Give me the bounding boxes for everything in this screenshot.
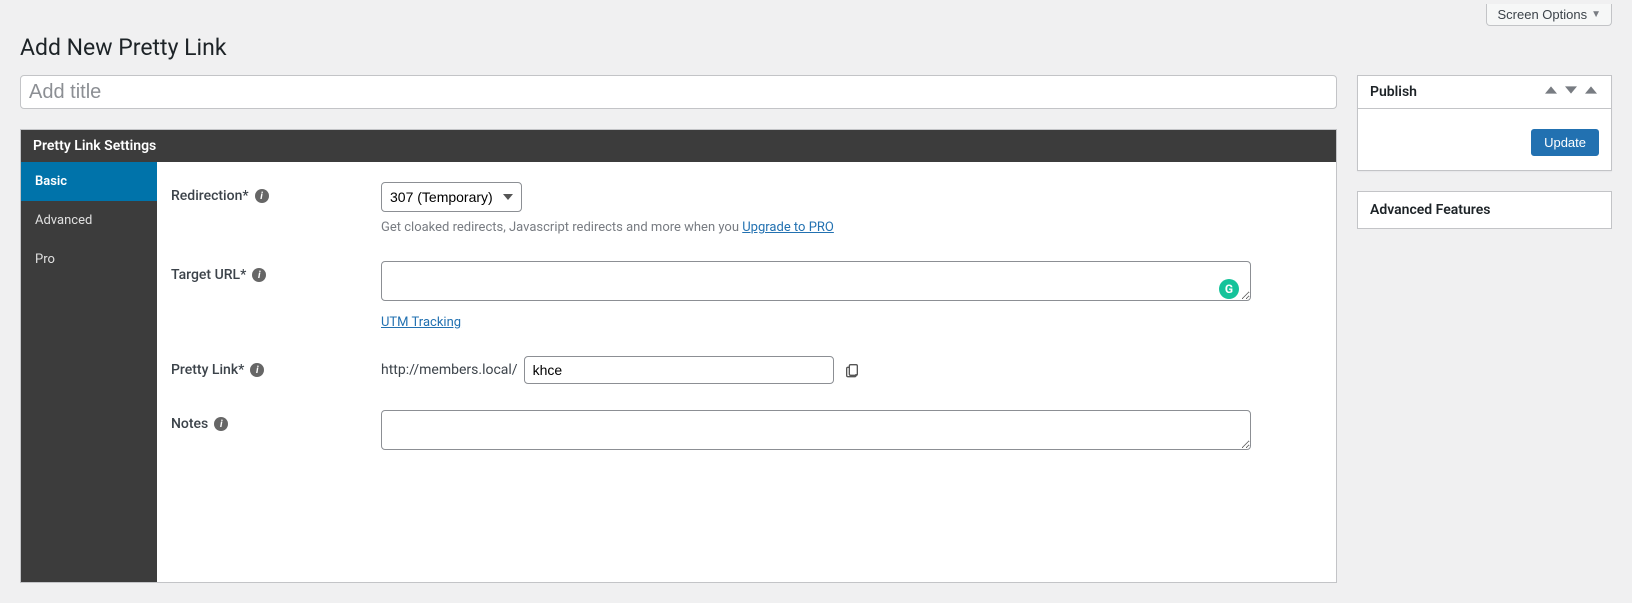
- chevron-down-icon: ▼: [1591, 9, 1601, 20]
- info-icon[interactable]: i: [252, 268, 266, 282]
- redirection-select[interactable]: 307 (Temporary): [381, 182, 522, 212]
- update-button[interactable]: Update: [1531, 129, 1599, 156]
- tab-basic[interactable]: Basic: [21, 162, 157, 201]
- notes-label: Notes: [171, 416, 208, 432]
- pretty-link-label: Pretty Link*: [171, 362, 244, 378]
- info-icon[interactable]: i: [214, 417, 228, 431]
- redirection-helper-text: Get cloaked redirects, Javascript redire…: [381, 220, 742, 235]
- screen-options-label: Screen Options: [1497, 7, 1587, 22]
- redirection-helper: Get cloaked redirects, Javascript redire…: [381, 220, 1322, 235]
- target-url-input[interactable]: [381, 261, 1251, 301]
- info-icon[interactable]: i: [250, 363, 264, 377]
- pretty-link-settings-panel: Pretty Link Settings Basic Advanced Pro …: [20, 129, 1337, 583]
- title-input[interactable]: [20, 75, 1337, 109]
- clipboard-icon[interactable]: [840, 358, 864, 382]
- pretty-link-slug-input[interactable]: [524, 356, 834, 384]
- page-title: Add New Pretty Link: [20, 34, 1612, 61]
- advanced-features-box[interactable]: Advanced Features: [1357, 191, 1612, 229]
- info-icon[interactable]: i: [255, 189, 269, 203]
- target-url-label: Target URL*: [171, 267, 246, 283]
- toggle-panel-icon[interactable]: [1583, 84, 1599, 100]
- redirection-label: Redirection*: [171, 188, 249, 204]
- pretty-link-settings-heading: Pretty Link Settings: [21, 130, 1336, 162]
- settings-tabs: Basic Advanced Pro: [21, 162, 157, 582]
- move-up-icon[interactable]: [1543, 84, 1559, 100]
- move-down-icon[interactable]: [1563, 84, 1579, 100]
- tab-pro[interactable]: Pro: [21, 240, 157, 279]
- notes-input[interactable]: [381, 410, 1251, 450]
- pretty-link-base-url: http://members.local/: [381, 362, 518, 378]
- utm-tracking-link[interactable]: UTM Tracking: [381, 315, 461, 330]
- upgrade-pro-link[interactable]: Upgrade to PRO: [742, 220, 834, 235]
- publish-heading: Publish: [1370, 84, 1417, 100]
- publish-box: Publish Update: [1357, 75, 1612, 171]
- screen-options-button[interactable]: Screen Options ▼: [1486, 4, 1612, 26]
- tab-advanced[interactable]: Advanced: [21, 201, 157, 240]
